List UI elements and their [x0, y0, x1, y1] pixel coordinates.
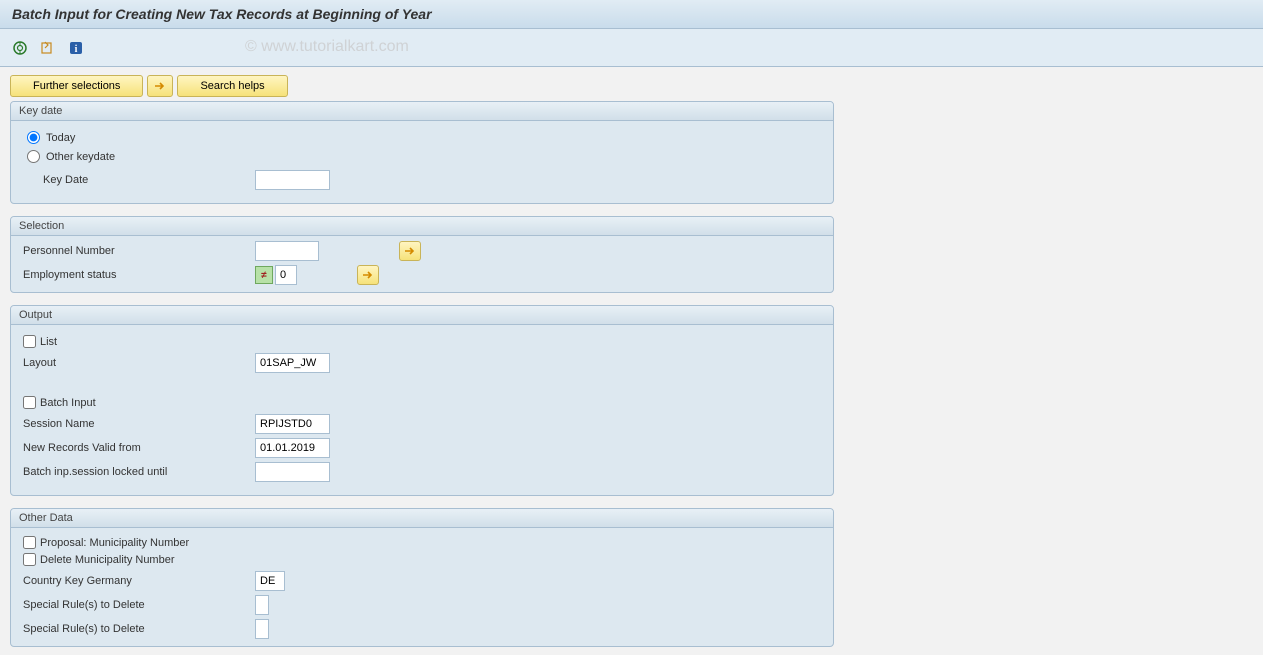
label-country-key: Country Key Germany — [23, 575, 255, 587]
label-delete-municipality: Delete Municipality Number — [40, 554, 175, 566]
info-icon[interactable]: i — [66, 38, 86, 58]
input-layout[interactable] — [255, 353, 330, 373]
label-employment-status: Employment status — [23, 269, 255, 281]
radio-other-keydate[interactable] — [27, 150, 40, 163]
group-other-data: Other Data Proposal: Municipality Number… — [10, 508, 834, 647]
svg-text:i: i — [75, 44, 78, 55]
app-toolbar: i — [0, 29, 1263, 67]
checkbox-list[interactable] — [23, 335, 36, 348]
input-employment-status[interactable] — [275, 265, 297, 285]
not-equal-icon[interactable]: ≠ — [255, 266, 273, 284]
input-locked-until[interactable] — [255, 462, 330, 482]
radio-other-keydate-label: Other keydate — [46, 151, 115, 163]
execute-icon[interactable] — [10, 38, 30, 58]
multi-selection-personnel-button[interactable] — [399, 241, 421, 261]
group-selection: Selection Personnel Number Employment st… — [10, 216, 834, 293]
label-session-name: Session Name — [23, 418, 255, 430]
label-layout: Layout — [23, 357, 255, 369]
input-valid-from[interactable] — [255, 438, 330, 458]
checkbox-batch-input[interactable] — [23, 396, 36, 409]
radio-today-label: Today — [46, 132, 75, 144]
arrow-right-icon[interactable] — [147, 75, 173, 97]
label-locked-until: Batch inp.session locked until — [23, 466, 255, 478]
label-batch-input: Batch Input — [40, 397, 96, 409]
label-proposal-municipality: Proposal: Municipality Number — [40, 537, 189, 549]
input-personnel-number[interactable] — [255, 241, 319, 261]
group-output: Output List Layout Batch Input Session N… — [10, 305, 834, 496]
group-output-title: Output — [11, 306, 833, 325]
label-keydate: Key Date — [23, 174, 255, 186]
input-special-rule-2[interactable] — [255, 619, 269, 639]
group-keydate: Key date Today Other keydate Key Date — [10, 101, 834, 204]
checkbox-delete-municipality[interactable] — [23, 553, 36, 566]
group-selection-title: Selection — [11, 217, 833, 236]
label-special-rule-1: Special Rule(s) to Delete — [23, 599, 255, 611]
multi-selection-employment-button[interactable] — [357, 265, 379, 285]
further-selections-button[interactable]: Further selections — [10, 75, 143, 97]
input-country-key[interactable] — [255, 571, 285, 591]
variant-icon[interactable] — [38, 38, 58, 58]
checkbox-proposal-municipality[interactable] — [23, 536, 36, 549]
radio-today[interactable] — [27, 131, 40, 144]
input-special-rule-1[interactable] — [255, 595, 269, 615]
label-special-rule-2: Special Rule(s) to Delete — [23, 623, 255, 635]
group-keydate-title: Key date — [11, 102, 833, 121]
input-session-name[interactable] — [255, 414, 330, 434]
page-title: Batch Input for Creating New Tax Records… — [0, 0, 1263, 29]
input-keydate[interactable] — [255, 170, 330, 190]
label-personnel-number: Personnel Number — [23, 245, 255, 257]
selection-button-row: Further selections Search helps — [10, 75, 834, 97]
search-helps-button[interactable]: Search helps — [177, 75, 287, 97]
label-valid-from: New Records Valid from — [23, 442, 255, 454]
group-other-title: Other Data — [11, 509, 833, 528]
label-list: List — [40, 336, 57, 348]
